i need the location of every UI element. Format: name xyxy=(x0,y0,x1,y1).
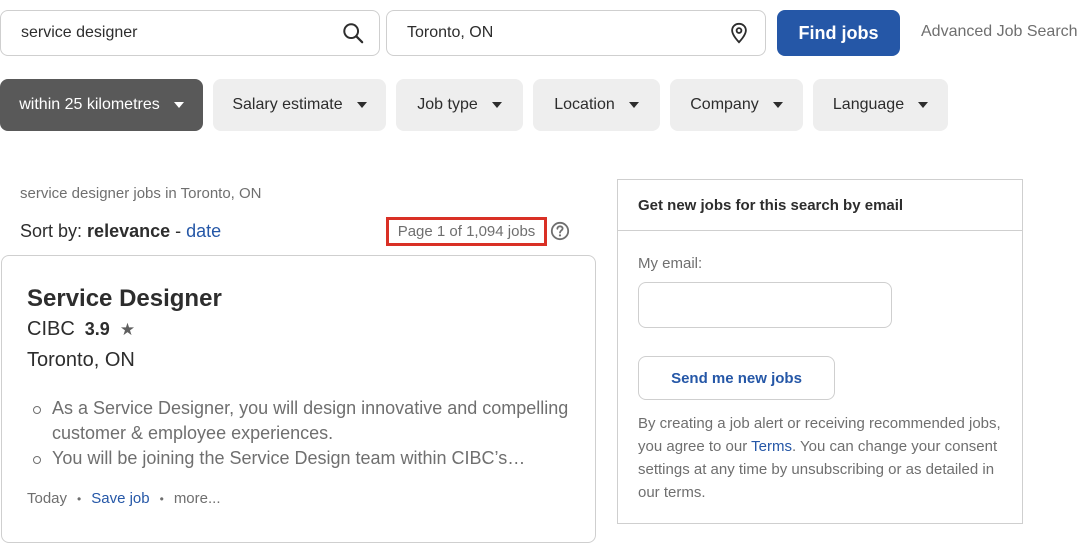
sort-relevance: relevance xyxy=(87,221,171,241)
filter-label: Salary estimate xyxy=(232,96,343,113)
chevron-down-icon xyxy=(918,102,929,108)
help-icon[interactable] xyxy=(550,221,570,241)
separator-dot: • xyxy=(77,491,82,506)
chevron-down-icon xyxy=(356,102,367,108)
filter-location[interactable]: Location xyxy=(533,79,660,131)
alert-header: Get new jobs for this search by email xyxy=(618,180,1022,231)
star-icon: ★ xyxy=(119,319,136,339)
job-title[interactable]: Service Designer xyxy=(27,285,222,313)
filter-label: Company xyxy=(690,96,759,113)
location-input[interactable] xyxy=(407,24,727,42)
sort-control: Sort by: relevance - date xyxy=(20,221,221,242)
posted-date: Today xyxy=(27,490,68,507)
terms-link[interactable]: Terms xyxy=(751,438,792,455)
email-label: My email: xyxy=(638,255,703,272)
advanced-search-link[interactable]: Advanced Job Search xyxy=(921,23,1078,41)
terms-text: By creating a job alert or receiving rec… xyxy=(638,412,1008,504)
filter-salary[interactable]: Salary estimate xyxy=(213,79,386,131)
sort-separator: - xyxy=(175,221,182,241)
where-search-field[interactable] xyxy=(386,10,766,56)
location-pin-icon xyxy=(727,21,751,45)
company-rating: 3.9 xyxy=(84,319,110,339)
job-location: Toronto, ON xyxy=(27,349,135,371)
separator-dot: • xyxy=(159,491,164,506)
card-footer: Today • Save job • more... xyxy=(27,490,221,507)
filter-distance[interactable]: within 25 kilometres xyxy=(0,79,203,131)
chevron-down-icon xyxy=(772,102,783,108)
chevron-down-icon xyxy=(173,102,184,108)
job-card[interactable]: Service Designer CIBC 3.9 ★ Toronto, ON … xyxy=(1,255,596,543)
results-heading: service designer jobs in Toronto, ON xyxy=(20,185,262,202)
filter-job-type[interactable]: Job type xyxy=(396,79,523,131)
chevron-down-icon xyxy=(491,102,502,108)
save-job-link[interactable]: Save job xyxy=(91,490,149,507)
sort-prefix: Sort by: xyxy=(20,221,83,241)
send-new-jobs-button[interactable]: Send me new jobs xyxy=(638,356,835,400)
find-jobs-button[interactable]: Find jobs xyxy=(777,10,900,56)
job-query-input[interactable] xyxy=(21,24,341,42)
page-count: Page 1 of 1,094 jobs xyxy=(386,217,547,246)
what-search-field[interactable] xyxy=(0,10,380,56)
chevron-down-icon xyxy=(628,102,639,108)
sort-date-link[interactable]: date xyxy=(186,221,221,241)
filter-language[interactable]: Language xyxy=(813,79,948,131)
filter-label: Language xyxy=(832,96,905,113)
filter-label: Location xyxy=(554,96,615,113)
job-snippet: As a Service Designer, you will design i… xyxy=(32,396,577,471)
more-link[interactable]: more... xyxy=(174,490,221,507)
filter-company[interactable]: Company xyxy=(670,79,803,131)
search-icon[interactable] xyxy=(341,21,365,45)
snippet-item: You will be joining the Service Design t… xyxy=(32,446,577,471)
email-field[interactable] xyxy=(638,282,892,328)
filter-label: within 25 kilometres xyxy=(19,96,160,113)
job-alert-panel: Get new jobs for this search by email My… xyxy=(617,179,1023,524)
company-row: CIBC 3.9 ★ xyxy=(27,318,135,341)
filter-label: Job type xyxy=(417,96,478,113)
company-name[interactable]: CIBC xyxy=(27,318,75,341)
snippet-item: As a Service Designer, you will design i… xyxy=(32,396,577,446)
